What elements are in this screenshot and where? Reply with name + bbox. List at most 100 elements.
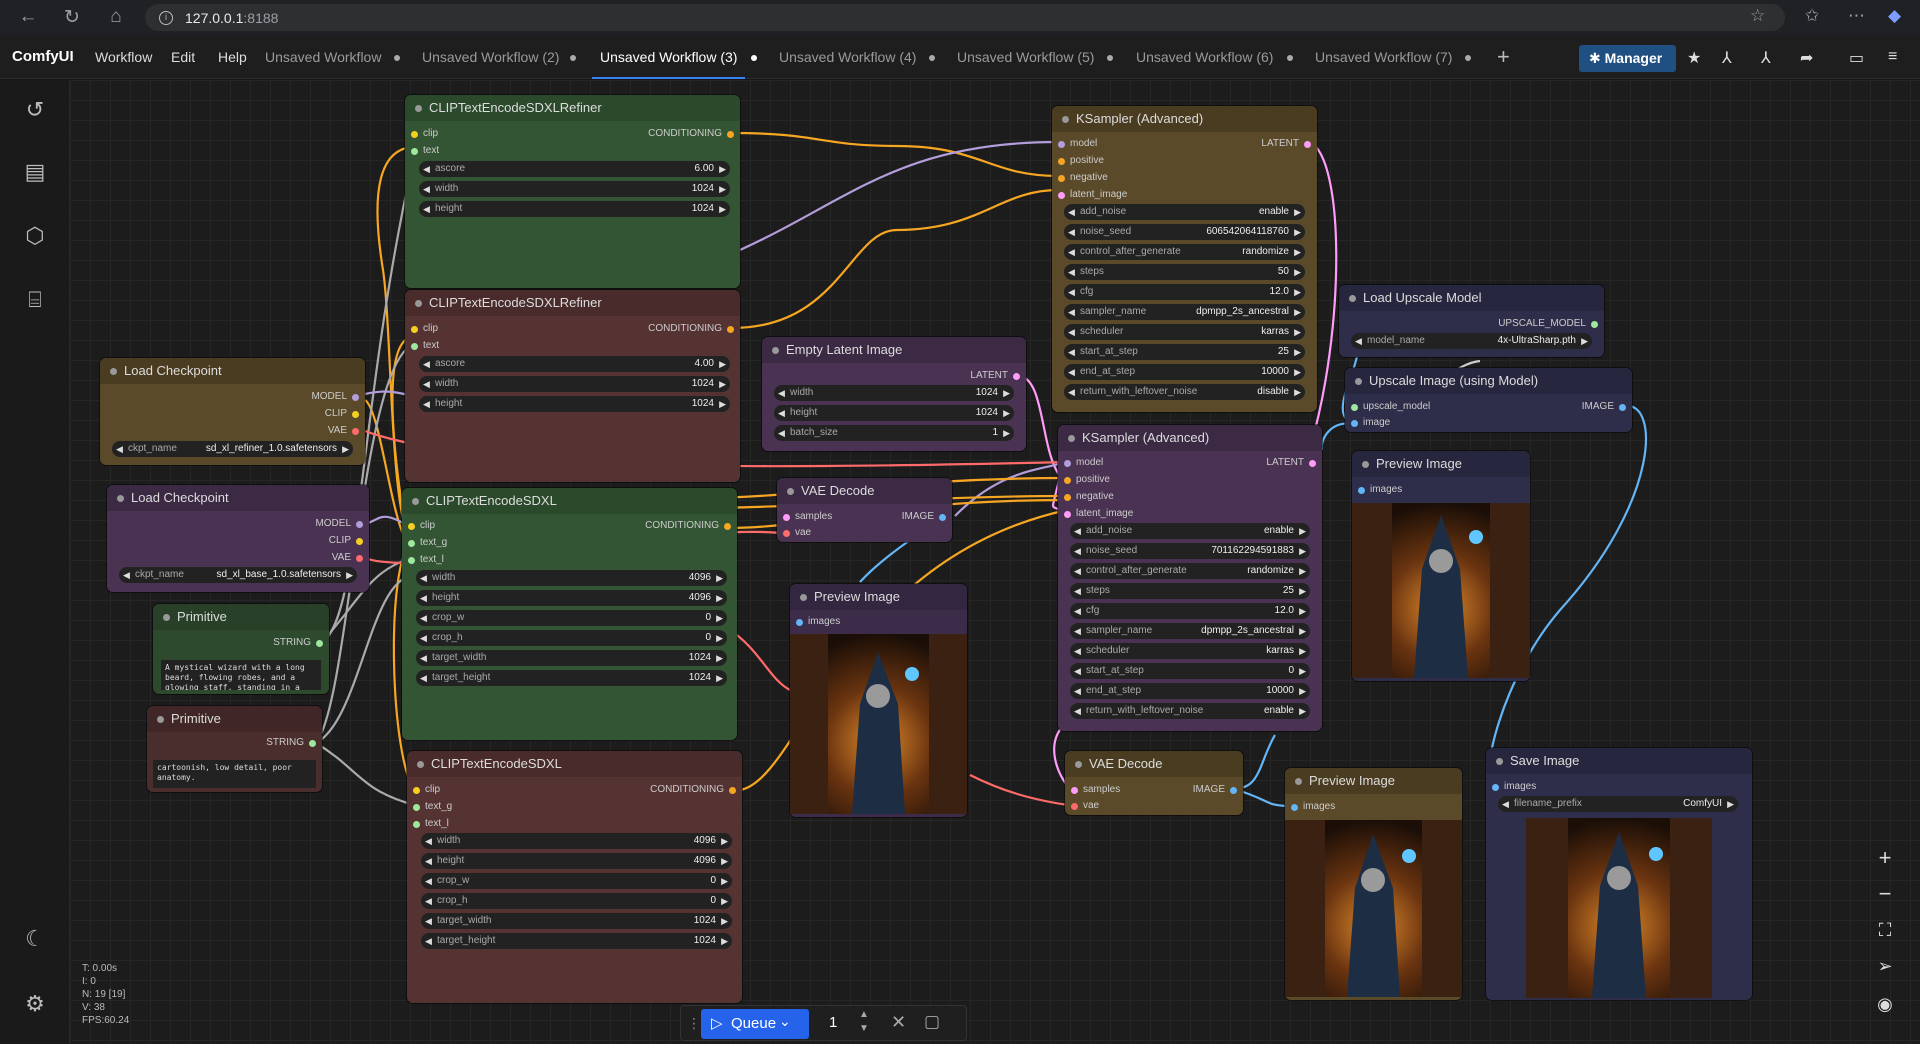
output-vae[interactable]: VAE xyxy=(332,552,363,563)
save-image-node[interactable]: Save Image images filename_prefixComfyUI xyxy=(1486,748,1752,1000)
moon-icon[interactable]: ☾ xyxy=(21,925,49,953)
node-title[interactable]: VAE Decode xyxy=(1065,751,1243,777)
history-icon[interactable]: ↺ xyxy=(21,96,49,124)
output-image[interactable]: IMAGE xyxy=(1582,401,1626,412)
load-checkpoint-refiner[interactable]: Load Checkpoint MODEL CLIP VAE ckpt_name… xyxy=(100,358,365,465)
preview-image-node-1[interactable]: Preview Image images xyxy=(790,584,967,817)
input-negative[interactable]: negative xyxy=(1064,491,1114,502)
widget-model-name[interactable]: model_name4x-UltraSharp.pth xyxy=(1351,333,1592,349)
widget-return-with-leftover-noise[interactable]: return_with_leftover_noisedisable xyxy=(1064,384,1305,400)
folder-icon[interactable]: ⌸ xyxy=(21,286,49,314)
menu-workflow[interactable]: Workflow xyxy=(95,35,152,79)
select-mode-icon[interactable]: ➢ xyxy=(1864,948,1906,984)
input-model[interactable]: model xyxy=(1058,138,1097,149)
input-positive[interactable]: positive xyxy=(1058,155,1104,166)
drag-handle-icon[interactable]: ⋮ xyxy=(687,1015,701,1032)
menu-help[interactable]: Help xyxy=(218,35,247,79)
widget-crop-h[interactable]: crop_h0 xyxy=(421,893,732,909)
queue-button[interactable]: ▷ Queue xyxy=(701,1009,809,1039)
queue-list-icon[interactable]: ▤ xyxy=(21,158,49,186)
cube-icon[interactable]: ⬡ xyxy=(21,222,49,250)
widget-sampler-name[interactable]: sampler_namedpmpp_2s_ancestral xyxy=(1064,304,1305,320)
tab-workflow-7[interactable]: Unsaved Workflow (7) xyxy=(1315,35,1452,79)
widget-noise-seed[interactable]: noise_seed701162294591883 xyxy=(1070,543,1310,559)
widget-scheduler[interactable]: schedulerkarras xyxy=(1064,324,1305,340)
load-checkpoint-base[interactable]: Load Checkpoint MODEL CLIP VAE ckpt_name… xyxy=(107,485,369,592)
output-latent[interactable]: LATENT xyxy=(1266,457,1316,468)
bookmark-star-icon[interactable]: ☆ xyxy=(1750,6,1765,26)
output-latent[interactable]: LATENT xyxy=(1261,138,1311,149)
widget-height[interactable]: height4096 xyxy=(421,853,732,869)
fit-view-icon[interactable]: ⛶ xyxy=(1864,912,1906,948)
output-clip[interactable]: CLIP xyxy=(329,535,363,546)
upscale-image-node[interactable]: Upscale Image (using Model) upscale_mode… xyxy=(1345,368,1632,432)
output-conditioning[interactable]: CONDITIONING xyxy=(650,784,736,795)
widget-sampler-name[interactable]: sampler_namedpmpp_2s_ancestral xyxy=(1070,623,1310,639)
manager-button[interactable]: ✱ Manager xyxy=(1579,45,1676,72)
widget-end-at-step[interactable]: end_at_step10000 xyxy=(1064,364,1305,380)
new-tab-icon[interactable]: + xyxy=(1497,35,1510,79)
widget-filename-prefix[interactable]: filename_prefixComfyUI xyxy=(1498,796,1738,812)
widget-cfg[interactable]: cfg12.0 xyxy=(1070,603,1310,619)
copilot-icon[interactable]: ◆ xyxy=(1888,6,1901,26)
clip-sdxl-node-negative[interactable]: CLIPTextEncodeSDXL clip text_g text_l CO… xyxy=(407,751,742,1003)
node-title[interactable]: CLIPTextEncodeSDXL xyxy=(407,751,742,777)
share-icon[interactable]: ➦ xyxy=(1800,48,1813,68)
node-title[interactable]: CLIPTextEncodeSDXLRefiner xyxy=(405,290,740,316)
node-title[interactable]: CLIPTextEncodeSDXL xyxy=(402,488,737,514)
node-title[interactable]: Primitive xyxy=(147,706,322,732)
widget-height[interactable]: height1024 xyxy=(419,201,730,217)
output-string[interactable]: STRING xyxy=(273,637,323,648)
preview-image-node-3[interactable]: Preview Image images xyxy=(1285,768,1462,1000)
cancel-icon[interactable]: ✕ xyxy=(891,1012,906,1033)
zoom-in-icon[interactable]: + xyxy=(1864,840,1906,876)
widget-target-height[interactable]: target_height1024 xyxy=(416,670,727,686)
site-info-icon[interactable]: i xyxy=(159,10,173,25)
output-string[interactable]: STRING xyxy=(266,737,316,748)
model-alt-icon[interactable]: ⅄ xyxy=(1761,48,1771,68)
widget-return-with-leftover-noise[interactable]: return_with_leftover_noiseenable xyxy=(1070,703,1310,719)
output-clip[interactable]: CLIP xyxy=(325,408,359,419)
widget-ascore[interactable]: ascore4.00 xyxy=(419,356,730,372)
tab-workflow-6[interactable]: Unsaved Workflow (6) xyxy=(1136,35,1273,79)
input-latent-image[interactable]: latent_image xyxy=(1064,508,1133,519)
widget-cfg[interactable]: cfg12.0 xyxy=(1064,284,1305,300)
widget-steps[interactable]: steps25 xyxy=(1070,583,1310,599)
empty-latent-image-node[interactable]: Empty Latent Image LATENT width1024 heig… xyxy=(762,337,1026,451)
node-title[interactable]: Load Upscale Model xyxy=(1339,285,1604,311)
widget-add-noise[interactable]: add_noiseenable xyxy=(1070,523,1310,539)
toggle-links-eye-icon[interactable]: ◉ xyxy=(1864,986,1906,1022)
widget-height[interactable]: height1024 xyxy=(774,405,1014,421)
node-title[interactable]: KSampler (Advanced) xyxy=(1058,425,1322,451)
prompt-textarea[interactable]: cartoonish, low detail, poor anatomy. xyxy=(153,760,316,788)
zoom-out-icon[interactable]: − xyxy=(1864,876,1906,912)
input-images[interactable]: images xyxy=(1291,801,1335,812)
vae-decode-node-1[interactable]: VAE Decode samples vae IMAGE xyxy=(777,478,952,542)
node-title[interactable]: KSampler (Advanced) xyxy=(1052,106,1317,132)
input-text[interactable]: text xyxy=(411,145,439,156)
widget-width[interactable]: width4096 xyxy=(421,833,732,849)
node-title[interactable]: Load Checkpoint xyxy=(107,485,369,511)
output-image[interactable]: IMAGE xyxy=(1193,784,1237,795)
tab-workflow-1[interactable]: Unsaved Workflow xyxy=(265,35,381,79)
widget-control-after-generate[interactable]: control_after_generaterandomize xyxy=(1064,244,1305,260)
widget-control-after-generate[interactable]: control_after_generaterandomize xyxy=(1070,563,1310,579)
widget-noise-seed[interactable]: noise_seed606542064118760 xyxy=(1064,224,1305,240)
prompt-textarea[interactable]: A mystical wizard with a long beard, flo… xyxy=(161,660,321,690)
back-icon[interactable]: ← xyxy=(10,6,46,28)
output-upscale-model[interactable]: UPSCALE_MODEL xyxy=(1498,318,1598,329)
widget-target-width[interactable]: target_width1024 xyxy=(416,650,727,666)
node-title[interactable]: Preview Image xyxy=(1285,768,1462,794)
star-icon[interactable]: ★ xyxy=(1687,48,1701,68)
input-image[interactable]: image xyxy=(1351,417,1390,428)
widget-start-at-step[interactable]: start_at_step25 xyxy=(1064,344,1305,360)
output-conditioning[interactable]: CONDITIONING xyxy=(645,520,731,531)
input-samples[interactable]: samples xyxy=(783,511,832,522)
clear-queue-icon[interactable]: ▢ xyxy=(924,1012,940,1032)
node-title[interactable]: Preview Image xyxy=(1352,451,1530,477)
input-vae[interactable]: vae xyxy=(783,527,811,538)
settings-gear-icon[interactable]: ⚙ xyxy=(21,990,49,1018)
output-latent[interactable]: LATENT xyxy=(970,370,1020,381)
address-bar[interactable]: i 127.0.0.1:8188 xyxy=(145,4,1785,31)
primitive-negative-prompt[interactable]: Primitive STRING cartoonish, low detail,… xyxy=(147,706,322,792)
